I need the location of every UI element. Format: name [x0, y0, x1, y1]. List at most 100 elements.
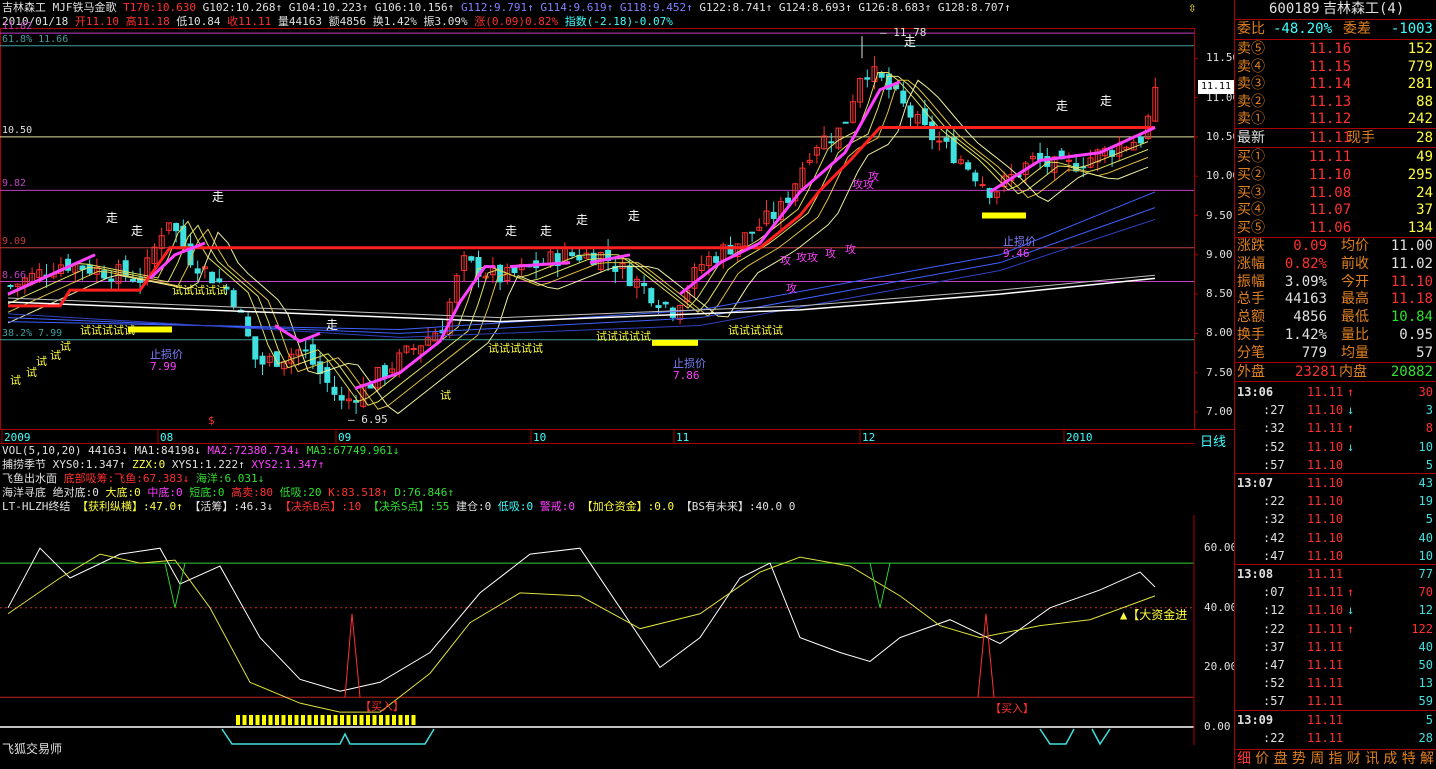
- level-label: 61.8% 11.66: [2, 33, 69, 45]
- level-price: 11.10: [1309, 166, 1352, 183]
- stat-value: 10.84: [1390, 309, 1433, 326]
- ask-level[interactable]: 卖③ 11.14 281: [1235, 75, 1436, 93]
- tick-time: :22: [1263, 730, 1285, 745]
- tick-row[interactable]: :37 11.11 40: [1235, 638, 1436, 656]
- ask-level[interactable]: 卖① 11.12 242: [1235, 110, 1436, 128]
- tick-row[interactable]: :12 11.10 ↓ 12: [1235, 601, 1436, 619]
- tick-volume: 28: [1418, 730, 1433, 745]
- level-label: 卖②: [1237, 93, 1265, 110]
- candle-body: [569, 252, 576, 257]
- candle-body: [230, 290, 237, 307]
- period-label[interactable]: 日线: [1200, 431, 1226, 450]
- panel-tab[interactable]: 势: [1292, 750, 1306, 768]
- signal-tick: [327, 715, 331, 725]
- panel-tab[interactable]: 讯: [1365, 750, 1379, 768]
- tick-price: 11.10: [1307, 512, 1344, 527]
- divider: [1235, 381, 1436, 382]
- tick-price: 11.10: [1307, 403, 1344, 418]
- osc-white-line: [7, 547, 1156, 692]
- ask-level[interactable]: 卖⑤ 11.16 152: [1235, 40, 1436, 58]
- tick-volume: 43: [1418, 476, 1433, 490]
- panel-tab[interactable]: 周: [1310, 750, 1324, 768]
- osc-tick-label: 40.00: [1204, 600, 1238, 614]
- level-price: 11.08: [1309, 184, 1352, 201]
- candle-body: [770, 211, 777, 219]
- signal-tick: [353, 715, 357, 725]
- tick-row[interactable]: :27 11.10 ↓ 3: [1235, 401, 1436, 419]
- outer-value: 23281: [1295, 364, 1338, 380]
- level-label: 买④: [1237, 202, 1265, 219]
- level-label: 买③: [1237, 184, 1265, 201]
- vol-header: VOL(5,10,20) 44163↓ MA1:84198↓ MA2:72380…: [2, 444, 399, 457]
- tick-row[interactable]: :52 11.10 ↓ 10: [1235, 438, 1436, 456]
- tick-volume: 122: [1411, 621, 1433, 636]
- walk-signal: 走: [628, 209, 641, 223]
- panel-tab[interactable]: 成: [1383, 750, 1397, 768]
- vol-value: 44163↓: [88, 444, 128, 457]
- tick-time: 13:07: [1237, 476, 1274, 490]
- signal-tick: [275, 715, 279, 725]
- candle-body: [331, 386, 338, 395]
- bid-level[interactable]: 买① 11.11 49: [1235, 148, 1436, 166]
- candle-body: [662, 301, 669, 305]
- candle-body: [907, 105, 914, 118]
- bid-level[interactable]: 买② 11.10 295: [1235, 166, 1436, 184]
- level-label: 买⑤: [1237, 220, 1265, 237]
- ask-level[interactable]: 卖② 11.13 88: [1235, 93, 1436, 111]
- stat-label: 均量: [1341, 344, 1369, 361]
- tick-row[interactable]: :42 11.10 40: [1235, 529, 1436, 547]
- walk-signal: 走: [326, 318, 339, 332]
- level-price: 11.06: [1309, 220, 1352, 237]
- tick-row[interactable]: 13:08 11.11 77: [1235, 565, 1436, 583]
- tick-row[interactable]: 13:07 11.10 43: [1235, 474, 1436, 492]
- panel-tab[interactable]: 价: [1255, 750, 1269, 768]
- x-tick-label: 12: [862, 431, 876, 444]
- tick-row[interactable]: :32 11.11 ↑ 8: [1235, 419, 1436, 437]
- tick-row[interactable]: 13:09 11.11 5: [1235, 711, 1436, 729]
- tick-row[interactable]: :57 11.10 5: [1235, 456, 1436, 474]
- tick-time: :22: [1263, 494, 1285, 509]
- tick-row[interactable]: :52 11.11 13: [1235, 674, 1436, 692]
- tick-direction: ↑: [1347, 621, 1355, 636]
- tick-row[interactable]: 13:06 11.11 ↑ 30: [1235, 383, 1436, 401]
- bid-level[interactable]: 买③ 11.08 24: [1235, 184, 1436, 202]
- ind-line-3: 海洋寻底 绝对底:0 大底:0 中底:0 短底:0 高卖:80 低吸:20 K:…: [2, 486, 454, 499]
- level-label: 10.50: [2, 124, 33, 136]
- ask-level[interactable]: 卖④ 11.15 779: [1235, 58, 1436, 76]
- ind3-name: 海洋寻底: [2, 486, 46, 499]
- bid-level[interactable]: 买⑤ 11.06 134: [1235, 219, 1436, 237]
- tick-row[interactable]: :22 11.11 28: [1235, 729, 1436, 747]
- candle-body: [626, 265, 633, 287]
- stat-value: 57: [1416, 344, 1433, 361]
- cyan-zone: [1091, 728, 1111, 746]
- panel-tab[interactable]: 盘: [1274, 750, 1288, 768]
- attack-signal: 攻: [786, 282, 797, 295]
- level-price: 11.14: [1309, 76, 1352, 93]
- ind4-c: 【活筹】:46.3↓: [189, 500, 274, 513]
- tick-row[interactable]: :47 11.10 10: [1235, 547, 1436, 565]
- bid-level[interactable]: 买④ 11.07 37: [1235, 201, 1436, 219]
- tick-row[interactable]: :57 11.11 59: [1235, 692, 1436, 710]
- last-label: 最新: [1237, 130, 1265, 146]
- stat-value: 4856: [1293, 309, 1327, 326]
- candle-body: [864, 77, 871, 80]
- candle-body: [302, 349, 309, 352]
- test-signal-group: 试试试试试: [80, 324, 135, 337]
- panel-tab[interactable]: 财: [1347, 750, 1361, 768]
- panel-tab[interactable]: 细: [1237, 750, 1251, 768]
- tick-row[interactable]: :47 11.11 50: [1235, 656, 1436, 674]
- panel-tab[interactable]: 指: [1329, 750, 1343, 768]
- x-tick-label: 08: [160, 431, 174, 444]
- panel-tab[interactable]: 解: [1420, 750, 1434, 768]
- ind2-b: 底部吸筹:飞鱼:67.383↓: [63, 472, 190, 485]
- tick-row[interactable]: :07 11.11 ↑ 70: [1235, 583, 1436, 601]
- tick-price: 11.11: [1307, 421, 1344, 436]
- tick-row[interactable]: :32 11.10 5: [1235, 510, 1436, 528]
- x-tick-label: 09: [338, 431, 352, 444]
- panel-tab[interactable]: 特: [1402, 750, 1416, 768]
- tick-row[interactable]: :22 11.10 19: [1235, 492, 1436, 510]
- tick-row[interactable]: :22 11.11 ↑ 122: [1235, 620, 1436, 638]
- stat-label: 涨幅: [1237, 255, 1265, 272]
- kline-chart-area[interactable]: [0, 0, 1234, 769]
- weicha-value: -1003: [1390, 21, 1433, 37]
